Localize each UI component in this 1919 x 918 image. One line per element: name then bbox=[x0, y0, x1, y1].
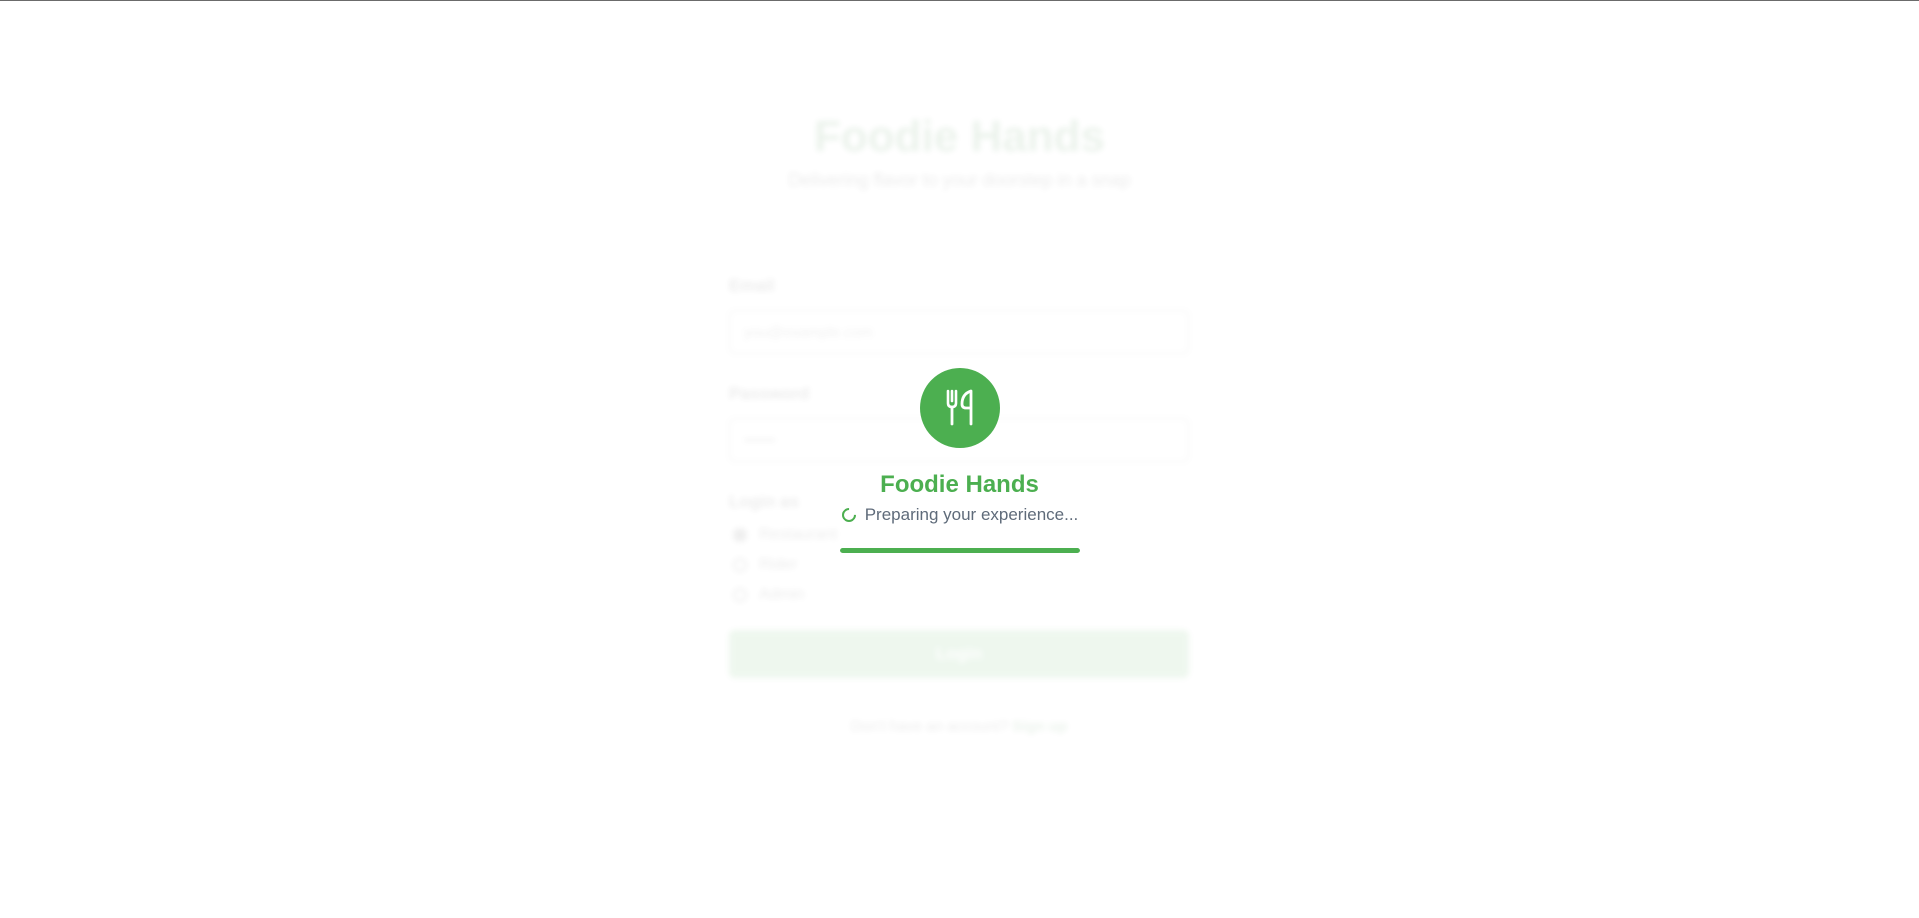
loading-splash: Foodie Hands Preparing your experience..… bbox=[0, 0, 1919, 918]
progress-bar-fill bbox=[840, 548, 1080, 553]
loading-status-text: Preparing your experience... bbox=[864, 505, 1079, 524]
logo-badge bbox=[920, 368, 1000, 448]
loading-status: Preparing your experience... bbox=[838, 505, 1082, 525]
splash-title: Foodie Hands bbox=[880, 471, 1039, 498]
progress-bar bbox=[840, 548, 1080, 553]
spinner-icon bbox=[838, 505, 859, 525]
fork-knife-icon bbox=[946, 389, 973, 426]
